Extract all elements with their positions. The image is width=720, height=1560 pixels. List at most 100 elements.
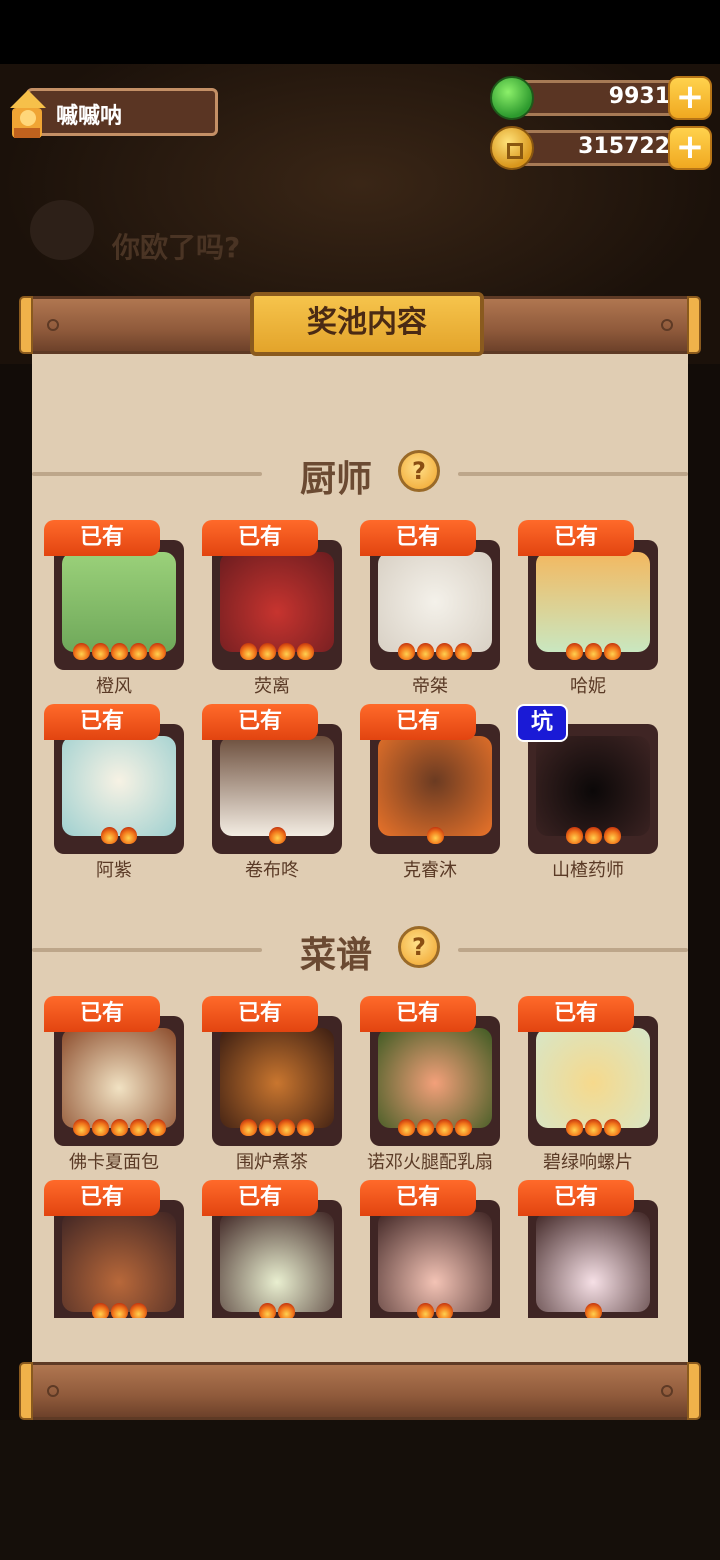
- chef-name: 卷布咚: [245, 860, 299, 881]
- coin-counter: 315722 +: [490, 126, 712, 170]
- flame-star-icon: [398, 643, 415, 660]
- flame-star-icon: [455, 643, 472, 660]
- recipe-portrait-frame: [54, 1016, 184, 1146]
- rod-cap-left: [19, 296, 33, 354]
- chef-portrait-frame: [212, 724, 342, 854]
- owned-badge: 已有: [202, 520, 318, 556]
- chef-portrait-frame: [370, 724, 500, 854]
- bottom-scroll-rod: [19, 1362, 701, 1420]
- owned-badge: 已有: [202, 996, 318, 1032]
- recipe-portrait-frame: [212, 1016, 342, 1146]
- flame-star-icon: [584, 827, 602, 844]
- chef-name: 橙风: [96, 676, 132, 697]
- rarity-stars: [54, 827, 184, 848]
- owned-badge: 已有: [360, 704, 476, 740]
- flame-star-icon: [110, 643, 128, 660]
- chef-card[interactable]: 坑山楂药师: [516, 704, 658, 881]
- rod-cap-left: [19, 1362, 33, 1420]
- player-profile[interactable]: 嘁嘁呐: [4, 86, 220, 140]
- recipe-portrait: [220, 1212, 334, 1312]
- rarity-stars: [212, 827, 342, 848]
- owned-badge: 已有: [44, 1180, 160, 1216]
- chef-avatar-icon: [10, 90, 46, 138]
- chef-name: 哈妮: [570, 676, 606, 697]
- recipe-name: 诺邓火腿配乳扇: [367, 1152, 493, 1173]
- gem-counter: 9931 +: [490, 76, 712, 120]
- chef-name: 山楂药师: [552, 860, 624, 881]
- flame-star-icon: [268, 827, 286, 844]
- recipe-portrait: [378, 1028, 492, 1128]
- rarity-stars: [370, 827, 500, 848]
- chef-card[interactable]: 已有 荧离: [202, 520, 342, 697]
- recipes-help-button[interactable]: ?: [398, 926, 440, 968]
- recipe-name: 佛卡夏面包: [69, 1152, 159, 1173]
- chefs-help-button[interactable]: ?: [398, 450, 440, 492]
- rarity-stars: [528, 827, 658, 848]
- chef-card[interactable]: 已有卷布咚: [202, 704, 342, 881]
- recipe-portrait: [62, 1028, 176, 1128]
- chef-card[interactable]: 已有帝桀: [360, 520, 500, 697]
- recipe-card[interactable]: 已有 围炉煮茶: [202, 996, 342, 1173]
- add-coins-button[interactable]: +: [668, 126, 712, 170]
- flame-star-icon: [584, 643, 602, 660]
- flame-star-icon: [565, 643, 583, 660]
- recipe-portrait-frame: [54, 1200, 184, 1330]
- nail-icon: [47, 319, 59, 331]
- chef-portrait-frame: [370, 540, 500, 670]
- recipe-card[interactable]: 已有 佛卡夏面包: [44, 996, 184, 1173]
- coin-value: 315722: [578, 134, 670, 159]
- flame-star-icon: [110, 1119, 128, 1136]
- player-name: 嘁嘁呐: [56, 104, 123, 129]
- recipe-portrait: [378, 1212, 492, 1312]
- flame-star-icon: [259, 643, 276, 660]
- chef-name: 帝桀: [412, 676, 448, 697]
- chef-portrait-frame: [212, 540, 342, 670]
- flame-star-icon: [565, 827, 583, 844]
- chef-card[interactable]: 已有 阿紫: [44, 704, 184, 881]
- owned-badge: 已有: [360, 996, 476, 1032]
- chef-portrait-frame: [528, 540, 658, 670]
- banner-text: 你欧了吗?: [112, 231, 241, 264]
- rarity-stars: [212, 643, 342, 664]
- recipe-portrait-frame: [528, 1200, 658, 1330]
- recipe-portrait: [536, 1028, 650, 1128]
- flame-star-icon: [297, 643, 314, 660]
- chef-portrait-frame: [54, 540, 184, 670]
- recipe-portrait-frame: [212, 1200, 342, 1330]
- chef-card[interactable]: 已有 克睿沐: [360, 704, 500, 881]
- chef-card[interactable]: 已有 哈妮: [518, 520, 658, 697]
- rod-cap-right: [687, 296, 701, 354]
- recipe-portrait: [536, 1212, 650, 1312]
- recipe-card[interactable]: 已有诺邓火腿配乳扇: [360, 996, 500, 1173]
- panel-bottom-fade: [32, 1318, 688, 1362]
- owned-badge: 已有: [44, 520, 160, 556]
- flame-star-icon: [101, 827, 118, 844]
- flame-star-icon: [240, 643, 257, 660]
- rarity-stars: [528, 1119, 658, 1140]
- flame-star-icon: [91, 643, 109, 660]
- chef-portrait: [220, 552, 334, 652]
- owned-badge: 已有: [202, 704, 318, 740]
- recipe-card[interactable]: 已有 碧绿响螺片: [518, 996, 658, 1173]
- chef-portrait: [62, 552, 176, 652]
- add-gems-button[interactable]: +: [668, 76, 712, 120]
- flame-star-icon: [297, 1119, 314, 1136]
- flame-star-icon: [603, 827, 621, 844]
- rarity-stars: [212, 1119, 342, 1140]
- nail-icon: [47, 1385, 59, 1397]
- coin-icon: [490, 126, 534, 170]
- recipe-portrait: [62, 1212, 176, 1312]
- recipe-portrait: [220, 1028, 334, 1128]
- owned-badge: 已有: [360, 520, 476, 556]
- jade-gem-icon: [490, 76, 534, 120]
- recipe-portrait-frame: [370, 1200, 500, 1330]
- section-recipes-title: 菜谱: [300, 935, 373, 976]
- flame-star-icon: [278, 1119, 295, 1136]
- nail-icon: [661, 1385, 673, 1397]
- section-chefs-title: 厨师: [300, 459, 373, 500]
- nail-icon: [661, 319, 673, 331]
- chef-portrait-frame: [528, 724, 658, 854]
- chef-card[interactable]: 已有橙风: [44, 520, 184, 697]
- chef-portrait: [220, 736, 334, 836]
- flame-star-icon: [584, 1119, 602, 1136]
